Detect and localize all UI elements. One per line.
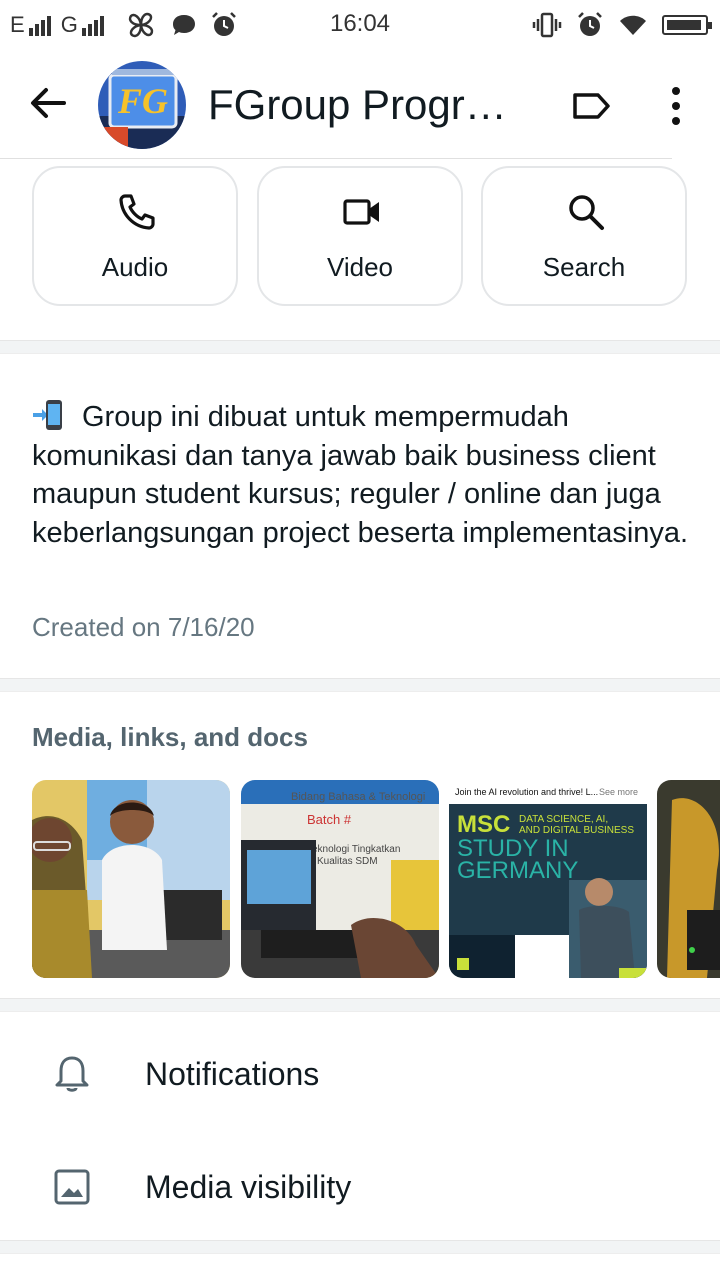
description-text: Group ini dibuat untuk mempermudah komun…	[32, 401, 689, 549]
label-tag-icon[interactable]	[570, 85, 612, 127]
image-icon	[54, 1169, 90, 1205]
media-thumb-photo-1[interactable]	[32, 780, 230, 978]
bell-icon	[55, 1056, 89, 1092]
section-separator-3	[0, 998, 720, 1012]
group-title: FGroup Progra…	[208, 81, 528, 128]
search-label: Search	[542, 252, 626, 282]
video-camera-icon	[343, 199, 379, 225]
media-thumb-photo-2[interactable]: Bidang Bahasa & Teknologi Batch # Teknol…	[241, 780, 439, 978]
media-thumbnails: Bidang Bahasa & Teknologi Batch # Teknol…	[32, 780, 720, 978]
ad-header-text: Join the AI revolution and thrive! L...	[455, 787, 598, 797]
thumb2-line1: Teknologi Tingkatkan	[307, 844, 400, 855]
more-options-icon[interactable]	[662, 85, 690, 127]
phone-icon	[119, 194, 155, 230]
group-description[interactable]: Group ini dibuat untuk mempermudah komun…	[32, 398, 702, 552]
created-date: Created on 7/16/20	[32, 612, 255, 642]
notifications-row[interactable]: Notifications	[0, 1022, 720, 1122]
header-divider	[0, 158, 672, 159]
ad-see-more: See more	[599, 787, 638, 797]
media-visibility-label: Media visibility	[145, 1169, 352, 1205]
battery-fill	[667, 20, 702, 30]
thumb2-batch-text: Batch #	[307, 812, 352, 827]
phone-arrow-emoji-icon	[32, 398, 66, 432]
audio-label: Audio	[101, 252, 169, 282]
back-arrow-icon[interactable]	[26, 81, 70, 125]
ad-sub-1: DATA SCIENCE, AI,	[519, 814, 608, 825]
video-label: Video	[326, 252, 394, 282]
ad-msc-text: MSC	[457, 811, 510, 838]
chat-info-header: FG FGroup Progra…	[0, 55, 720, 155]
video-call-button[interactable]: Video	[257, 166, 463, 306]
alarm-clock-icon-right	[578, 12, 602, 36]
vibrate-icon	[532, 12, 562, 38]
audio-call-button[interactable]: Audio	[32, 166, 238, 306]
wifi-icon	[620, 15, 646, 35]
avatar-letters: FG	[117, 81, 168, 121]
section-separator-2	[0, 678, 720, 692]
section-separator-4	[0, 1240, 720, 1254]
section-separator	[0, 340, 720, 354]
search-icon	[569, 195, 604, 230]
notifications-label: Notifications	[145, 1056, 320, 1092]
media-visibility-row[interactable]: Media visibility	[0, 1135, 720, 1235]
thumb2-banner-text: Bidang Bahasa & Teknologi	[291, 791, 425, 803]
media-thumb-ad[interactable]: Join the AI revolution and thrive! L... …	[449, 780, 647, 978]
status-right	[532, 10, 712, 40]
thumb2-line2: Kualitas SDM	[317, 856, 378, 867]
search-button[interactable]: Search	[481, 166, 687, 306]
ad-germany-text: GERMANY	[457, 857, 578, 884]
battery-icon	[662, 15, 712, 35]
status-bar: E G 16:04	[0, 0, 720, 50]
group-avatar[interactable]: FG	[98, 61, 186, 149]
media-section-title[interactable]: Media, links, and docs	[32, 722, 308, 753]
media-thumb-photo-4[interactable]	[657, 780, 720, 978]
action-buttons: Audio Video Search	[32, 166, 688, 308]
